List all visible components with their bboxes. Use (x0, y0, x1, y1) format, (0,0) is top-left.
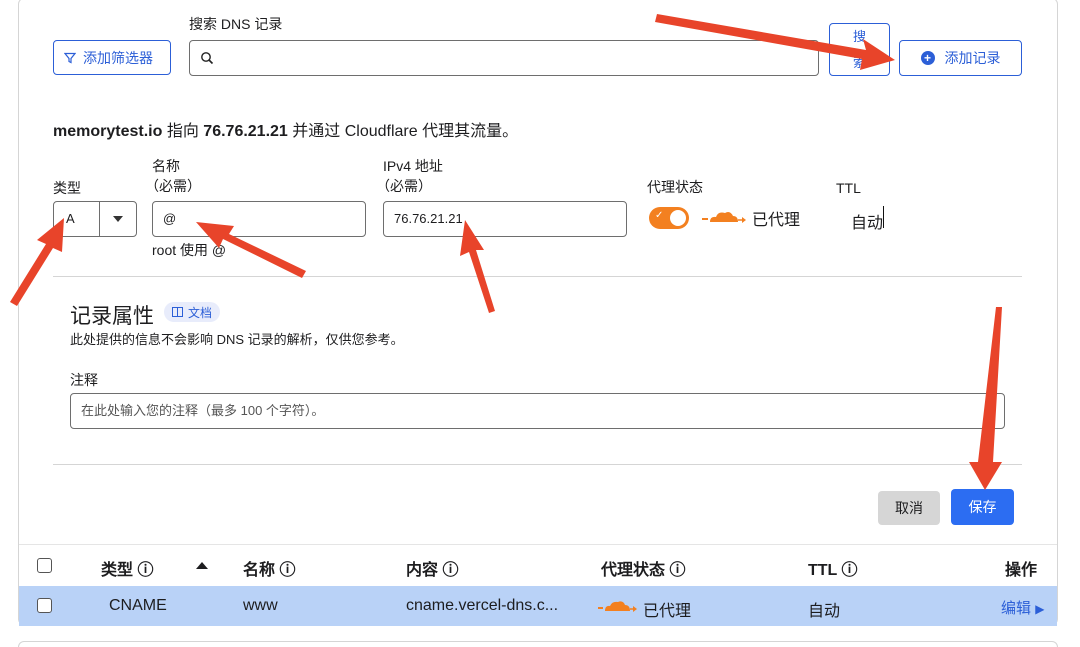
proxy-status-text: 已代理 (752, 212, 801, 229)
cancel-button[interactable]: 取消 (878, 491, 940, 525)
attributes-description: 此处提供的信息不会影响 DNS 记录的解析，仅供您参考。 (70, 332, 404, 347)
sort-up-icon[interactable] (196, 562, 208, 569)
add-record-button[interactable]: + 添加记录 (899, 40, 1022, 76)
ttl-value[interactable]: 自动 (851, 209, 883, 233)
cloud-proxied-icon (598, 601, 637, 612)
ttl-label: TTL (836, 180, 861, 196)
ip-required-label: （必需） (376, 178, 432, 194)
search-button[interactable]: 搜索 (829, 23, 890, 76)
plus-circle-icon: + (920, 51, 935, 65)
row-checkbox[interactable] (37, 598, 52, 613)
row-type: CNAME (109, 597, 167, 614)
ipv4-input[interactable]: 76.76.21.21 (383, 201, 627, 237)
name-hint: root 使用 @ (152, 242, 227, 258)
select-all-checkbox[interactable] (37, 558, 52, 573)
add-filter-button[interactable]: 添加筛选器 (53, 40, 171, 75)
proxy-toggle[interactable]: ✓ (649, 207, 689, 229)
check-icon: ✓ (655, 210, 664, 221)
name-required-label: （必需） (145, 178, 201, 194)
docs-label: 文档 (188, 305, 213, 320)
summary-domain: memorytest.io (53, 123, 163, 140)
summary-points-to: 指向 (166, 123, 199, 140)
record-attributes-title: 记录属性 (70, 305, 154, 328)
record-type-value: A (54, 202, 100, 236)
dns-search-input[interactable] (189, 40, 819, 76)
ip-label: IPv4 地址 (383, 158, 443, 174)
book-icon (172, 307, 183, 317)
caret-right-icon: ▶ (1035, 602, 1045, 616)
col-content-header[interactable]: 内容 ⓘ (406, 556, 458, 580)
table-row[interactable]: CNAME www cname.vercel-dns.c... 已代理 自动 编… (19, 586, 1057, 626)
row-name: www (243, 597, 278, 614)
section-divider (53, 276, 1022, 277)
edit-label: 编辑 (1001, 600, 1032, 617)
col-type-header[interactable]: 类型 ⓘ (101, 556, 153, 580)
row-proxy: 已代理 (643, 603, 692, 620)
col-actions-header: 操作 (1005, 562, 1038, 579)
row-content: cname.vercel-dns.c... (406, 597, 559, 614)
row-ttl: 自动 (808, 603, 841, 620)
chevron-down-icon[interactable] (100, 202, 136, 236)
search-icon (201, 52, 214, 65)
summary-ip: 76.76.21.21 (203, 123, 288, 140)
type-label: 类型 (53, 180, 81, 196)
cloud-proxied-icon (702, 212, 746, 223)
next-card (18, 641, 1058, 647)
col-ttl-header[interactable]: TTL ⓘ (808, 556, 857, 580)
add-filter-label: 添加筛选器 (83, 49, 153, 66)
note-input[interactable]: 在此处输入您的注释（最多 100 个字符）。 (70, 393, 1005, 429)
add-record-label: 添加记录 (944, 50, 1001, 66)
records-table-header: 类型 ⓘ 名称 ⓘ 内容 ⓘ 代理状态 ⓘ TTL ⓘ 操作 (19, 544, 1057, 586)
name-label: 名称 (152, 158, 180, 174)
search-label: 搜索 DNS 记录 (189, 16, 283, 32)
proxy-status-label: 代理状态 (647, 179, 703, 195)
edit-link[interactable]: 编辑 ▶ (1001, 597, 1044, 618)
filter-icon (64, 52, 76, 63)
col-proxy-header[interactable]: 代理状态 ⓘ (601, 556, 685, 580)
text-cursor (883, 206, 884, 228)
record-summary: memorytest.io 指向 76.76.21.21 并通过 Cloudfl… (53, 117, 518, 141)
record-type-select[interactable]: A (53, 201, 137, 237)
name-input[interactable]: @ (152, 201, 366, 237)
docs-link[interactable]: 文档 (164, 302, 221, 322)
summary-rest: 并通过 Cloudflare 代理其流量。 (292, 123, 519, 140)
col-name-header[interactable]: 名称 ⓘ (243, 556, 295, 580)
note-label: 注释 (70, 372, 98, 388)
actions-divider (53, 464, 1022, 465)
save-button[interactable]: 保存 (951, 489, 1014, 525)
